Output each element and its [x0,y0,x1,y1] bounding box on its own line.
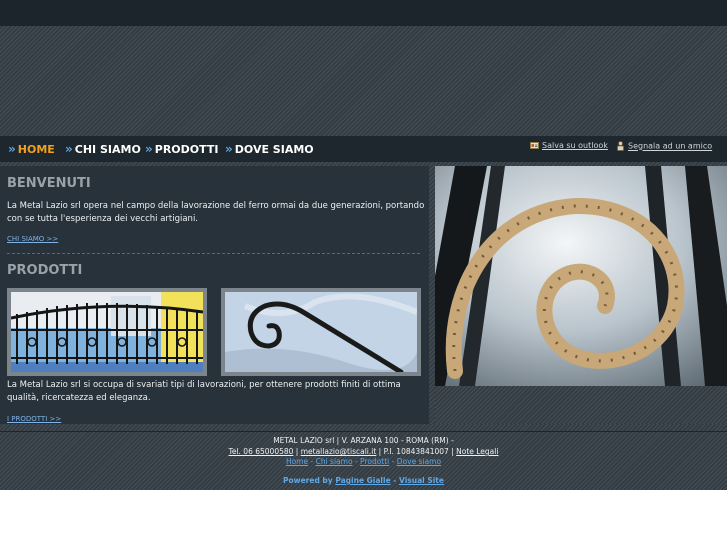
footer-sep: | [378,447,382,456]
footer-link-home[interactable]: Home [286,457,308,466]
prodotti-more-link[interactable]: I PRODOTTI >> [7,415,61,423]
nav-home[interactable]: » HOME [8,142,55,156]
nav-dove-siamo-label: DOVE SIAMO [234,143,314,156]
nav-chi-siamo-label: CHI SIAMO [74,143,141,156]
nav-dove-siamo[interactable]: » DOVE SIAMO [225,142,314,156]
footer-link-sep: - [354,457,358,466]
main-content: BENVENUTI La Metal Lazio srl opera nel c… [0,166,429,424]
footer-tel-link[interactable]: Tel. 06 65000580 [229,447,294,456]
photo-spacer [435,386,727,424]
product-scroll-image[interactable] [221,288,421,376]
footer-company: METAL LAZIO srl | V. ARZANA 100 - ROMA (… [273,436,454,445]
person-icon [616,141,625,151]
ironwork-photo [435,166,727,386]
tell-friend-link[interactable]: Segnala ad un amico [616,141,712,151]
products-heading: PRODOTTI [7,263,83,278]
footer-piva: P.I. 10843841007 [383,447,449,456]
page-bottom [0,490,727,545]
nav-prodotti-label: PRODOTTI [154,143,219,156]
nav-arrow-icon: » [145,142,153,156]
footer-rule [0,431,727,432]
top-bar [0,0,727,26]
welcome-heading: BENVENUTI [7,176,91,191]
nav-arrow-icon: » [65,142,73,156]
powered-by-label: Powered by [283,476,333,485]
save-outlook-label: Salva su outlook [542,141,608,150]
footer-link-prodotti[interactable]: Prodotti [360,457,389,466]
footer-link-sep: - [310,457,314,466]
footer-sep: | [451,447,454,456]
footer: METAL LAZIO srl | V. ARZANA 100 - ROMA (… [0,424,727,490]
footer-sep: | [295,447,299,456]
footer-link-dove-siamo[interactable]: Dove siamo [397,457,441,466]
footer-nav: Home - Chi siamo - Prodotti - Dove siamo [0,457,727,466]
main-nav: » HOME » CHI SIAMO » PRODOTTI » DOVE SIAMO S… [0,136,727,162]
nav-chi-siamo[interactable]: » CHI SIAMO [65,142,141,156]
product-gate-image[interactable] [7,288,207,376]
footer-powered: Powered by Pagine Gialle - Visual Site [0,476,727,485]
pagine-gialle-link[interactable]: Pagine Gialle [335,476,390,485]
chi-siamo-more-link[interactable]: CHI SIAMO >> [7,235,58,243]
save-outlook-link[interactable]: Salva su outlook [530,141,608,150]
powered-sep: - [393,476,397,485]
nav-home-label: HOME [17,143,55,156]
tell-friend-label: Segnala ad un amico [628,141,713,151]
visual-site-link[interactable]: Visual Site [399,476,444,485]
nav-arrow-icon: » [8,142,16,156]
header-banner [0,26,727,136]
footer-email-link[interactable]: metallazio@tiscali.it [301,447,377,456]
welcome-text: La Metal Lazio srl opera nel campo della… [7,201,425,224]
footer-legal-link[interactable]: Note Legali [456,447,498,456]
section-divider [7,253,420,254]
products-text: La Metal Lazio srl si occupa di svariati… [7,380,401,403]
footer-link-chi-siamo[interactable]: Chi siamo [316,457,353,466]
footer-link-sep: - [391,457,395,466]
nav-prodotti[interactable]: » PRODOTTI [145,142,218,156]
nav-arrow-icon: » [225,142,233,156]
contact-card-icon [530,142,539,149]
footer-contacts: Tel. 06 65000580 | metallazio@tiscali.it… [0,447,727,456]
